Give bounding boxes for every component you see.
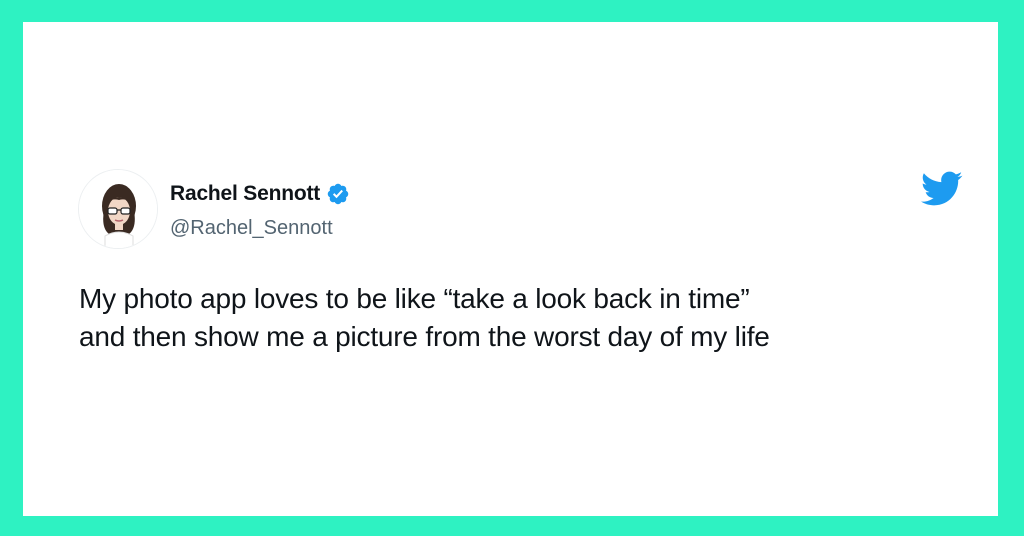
tweet-card: Rachel Sennott @Rachel_Sennott My photo … [23,22,998,516]
author-avatar[interactable] [78,169,158,249]
author-handle[interactable]: @Rachel_Sennott [170,217,333,240]
twitter-bird-icon[interactable] [921,171,963,207]
tweet-text: My photo app loves to be like “take a lo… [79,280,959,356]
author-display-name: Rachel Sennott [170,182,321,205]
author-name-row[interactable]: Rachel Sennott [170,180,350,208]
avatar-photo-icon [79,170,157,248]
tweet-text-line: My photo app loves to be like “take a lo… [79,283,750,314]
tweet-text-line: and then show me a picture from the wors… [79,321,770,352]
verified-badge-icon [327,183,349,205]
